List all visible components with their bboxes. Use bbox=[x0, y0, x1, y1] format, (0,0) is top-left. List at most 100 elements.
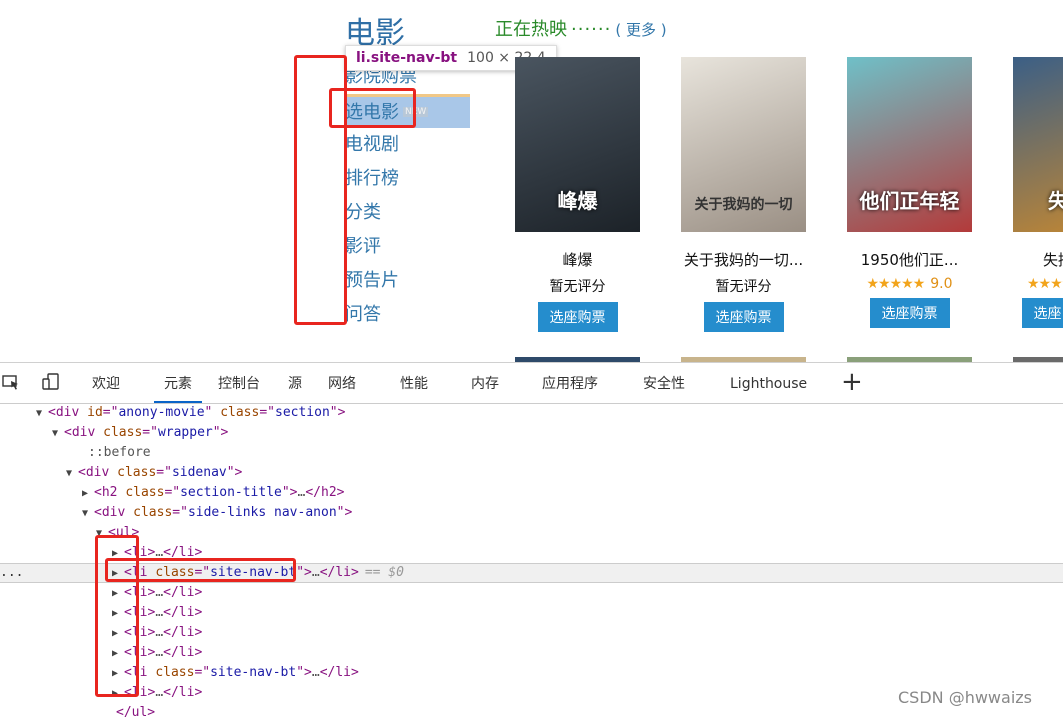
collapse-triangle-icon[interactable]: ▼ bbox=[82, 504, 94, 524]
watermark: CSDN @hwwaizs bbox=[898, 688, 1032, 707]
rating-stars: ★★★★ bbox=[1027, 276, 1063, 292]
dom-node[interactable]: ▼<div class="sidenav"> bbox=[0, 463, 1063, 483]
movie-poster[interactable]: 关于我妈的一切 bbox=[681, 57, 806, 232]
dom-node[interactable]: ▶<li>…</li> bbox=[0, 543, 1063, 563]
tab-elements[interactable]: 元素 bbox=[154, 363, 202, 403]
add-tab-icon[interactable]: + bbox=[841, 367, 863, 397]
expand-triangle-icon[interactable]: ▶ bbox=[112, 664, 124, 684]
expand-triangle-icon[interactable]: ▶ bbox=[112, 584, 124, 604]
tab-performance[interactable]: 性能 bbox=[400, 363, 428, 403]
more-link[interactable]: ( 更多 ) bbox=[615, 21, 666, 39]
side-link-trailers[interactable]: 预告片 bbox=[345, 264, 470, 298]
dom-token: … bbox=[312, 665, 320, 680]
tab-security[interactable]: 安全性 bbox=[643, 363, 685, 403]
dom-node-selected[interactable]: ...▶<li class="site-nav-bt">…</li>== $0 bbox=[0, 563, 1063, 583]
dom-token: site-nav-bt bbox=[210, 565, 296, 580]
tab-lighthouse[interactable]: Lighthouse bbox=[730, 363, 807, 403]
tab-memory[interactable]: 内存 bbox=[471, 363, 499, 403]
dom-token: "> bbox=[330, 405, 346, 420]
dom-token: =" bbox=[156, 465, 172, 480]
collapse-triangle-icon[interactable]: ▼ bbox=[66, 464, 78, 484]
movie-rating: 暂无评分 bbox=[681, 276, 806, 296]
dom-token: section-title bbox=[180, 485, 282, 500]
dom-token: section bbox=[275, 405, 330, 420]
dom-token: … bbox=[155, 605, 163, 620]
dom-token: </li> bbox=[163, 545, 202, 560]
devtools-panel: 欢迎 元素 控制台 源 网络 性能 内存 应用程序 安全性 Lighthouse… bbox=[0, 362, 1063, 719]
dom-token: =" bbox=[194, 565, 210, 580]
dom-node[interactable]: ▶<li class="site-nav-bt">…</li> bbox=[0, 663, 1063, 683]
dom-token: <li> bbox=[124, 625, 155, 640]
node-options-dots[interactable]: ... bbox=[0, 564, 23, 582]
dom-token: =" bbox=[259, 405, 275, 420]
tab-application[interactable]: 应用程序 bbox=[542, 363, 598, 403]
dom-token: site-nav-bt bbox=[210, 665, 296, 680]
inspect-element-icon[interactable] bbox=[2, 373, 20, 391]
buy-ticket-button[interactable]: 选座购票 bbox=[704, 302, 784, 332]
dom-node[interactable]: ▶<li>…</li> bbox=[0, 603, 1063, 623]
expand-triangle-icon[interactable]: ▶ bbox=[112, 684, 124, 704]
movie-card: 失 失控... ★★★★ 选座 bbox=[1013, 57, 1063, 328]
dom-node[interactable]: ▶<li>…</li> bbox=[0, 623, 1063, 643]
movie-poster[interactable]: 峰爆 bbox=[515, 57, 640, 232]
collapse-triangle-icon[interactable]: ▼ bbox=[52, 424, 64, 444]
side-link-reviews[interactable]: 影评 bbox=[345, 230, 470, 264]
tab-sources[interactable]: 源 bbox=[288, 363, 302, 403]
buy-ticket-button[interactable]: 选座购票 bbox=[870, 298, 950, 328]
dom-token: <li> bbox=[124, 605, 155, 620]
expand-triangle-icon[interactable]: ▶ bbox=[112, 624, 124, 644]
douban-page: 电影 影院购票 选电影NEW 电视剧 排行榜 分类 影评 预告片 问答 li.s… bbox=[0, 0, 1063, 362]
expand-triangle-icon[interactable]: ▶ bbox=[112, 644, 124, 664]
selected-node-ref: == $0 bbox=[365, 565, 404, 580]
movie-card: 他们正年轻 1950他们正... ★★★★★9.0 选座购票 bbox=[847, 57, 972, 328]
expand-triangle-icon[interactable]: ▶ bbox=[112, 565, 124, 583]
tab-console[interactable]: 控制台 bbox=[218, 363, 260, 403]
buy-ticket-button[interactable]: 选座 bbox=[1022, 298, 1063, 328]
dom-token: class bbox=[155, 565, 194, 580]
dom-node[interactable]: ▶<li>…</li> bbox=[0, 643, 1063, 663]
dom-token: class bbox=[133, 505, 172, 520]
side-link-categories[interactable]: 分类 bbox=[345, 196, 470, 230]
dom-node[interactable]: ▼<ul> bbox=[0, 523, 1063, 543]
dom-token: … bbox=[155, 545, 163, 560]
dom-node[interactable]: ▼<div class="wrapper"> bbox=[0, 423, 1063, 443]
annotation-box bbox=[294, 55, 347, 325]
collapse-triangle-icon[interactable]: ▼ bbox=[96, 524, 108, 544]
dom-token: </li> bbox=[163, 685, 202, 700]
movie-title[interactable]: 1950他们正... bbox=[847, 249, 972, 270]
movie-poster[interactable]: 失 bbox=[1013, 57, 1063, 232]
movie-card: 关于我妈的一切 关于我妈的一切... 暂无评分 选座购票 bbox=[681, 57, 806, 332]
dom-node[interactable]: ::before bbox=[0, 443, 1063, 463]
dom-token: "> bbox=[213, 425, 229, 440]
dom-token: class bbox=[103, 425, 142, 440]
movie-title[interactable]: 峰爆 bbox=[515, 249, 640, 270]
dom-token: "> bbox=[227, 465, 243, 480]
side-link-charts[interactable]: 排行榜 bbox=[345, 162, 470, 196]
expand-triangle-icon[interactable]: ▶ bbox=[112, 544, 124, 564]
movie-poster[interactable]: 他们正年轻 bbox=[847, 57, 972, 232]
movie-rating: ★★★★ bbox=[1013, 276, 1063, 292]
dom-node[interactable]: ▼<div id="anony-movie" class="section"> bbox=[0, 403, 1063, 423]
expand-triangle-icon[interactable]: ▶ bbox=[112, 604, 124, 624]
now-playing-title: 正在热映 bbox=[495, 19, 567, 40]
side-link-qa[interactable]: 问答 bbox=[345, 298, 470, 332]
dom-token: </h2> bbox=[305, 485, 344, 500]
movie-title[interactable]: 关于我妈的一切... bbox=[681, 249, 806, 270]
dom-token: <li> bbox=[124, 645, 155, 660]
dom-token: =" bbox=[103, 405, 119, 420]
device-emulation-icon[interactable] bbox=[42, 373, 60, 391]
dom-token: <h2 bbox=[94, 485, 125, 500]
side-link-tv[interactable]: 电视剧 bbox=[345, 128, 470, 162]
movie-title[interactable]: 失控... bbox=[1013, 249, 1063, 270]
tab-network[interactable]: 网络 bbox=[328, 363, 356, 403]
side-link-movies[interactable]: 选电影NEW bbox=[345, 94, 470, 128]
tab-welcome[interactable]: 欢迎 bbox=[92, 363, 120, 403]
rating-stars: ★★★★★ bbox=[866, 276, 924, 292]
dom-node[interactable]: ▶<h2 class="section-title">…</h2> bbox=[0, 483, 1063, 503]
collapse-triangle-icon[interactable]: ▼ bbox=[36, 404, 48, 424]
dom-node[interactable]: ▼<div class="side-links nav-anon"> bbox=[0, 503, 1063, 523]
dom-node[interactable]: ▶<li>…</li> bbox=[0, 583, 1063, 603]
dom-token: =" bbox=[164, 485, 180, 500]
buy-ticket-button[interactable]: 选座购票 bbox=[538, 302, 618, 332]
expand-triangle-icon[interactable]: ▶ bbox=[82, 484, 94, 504]
